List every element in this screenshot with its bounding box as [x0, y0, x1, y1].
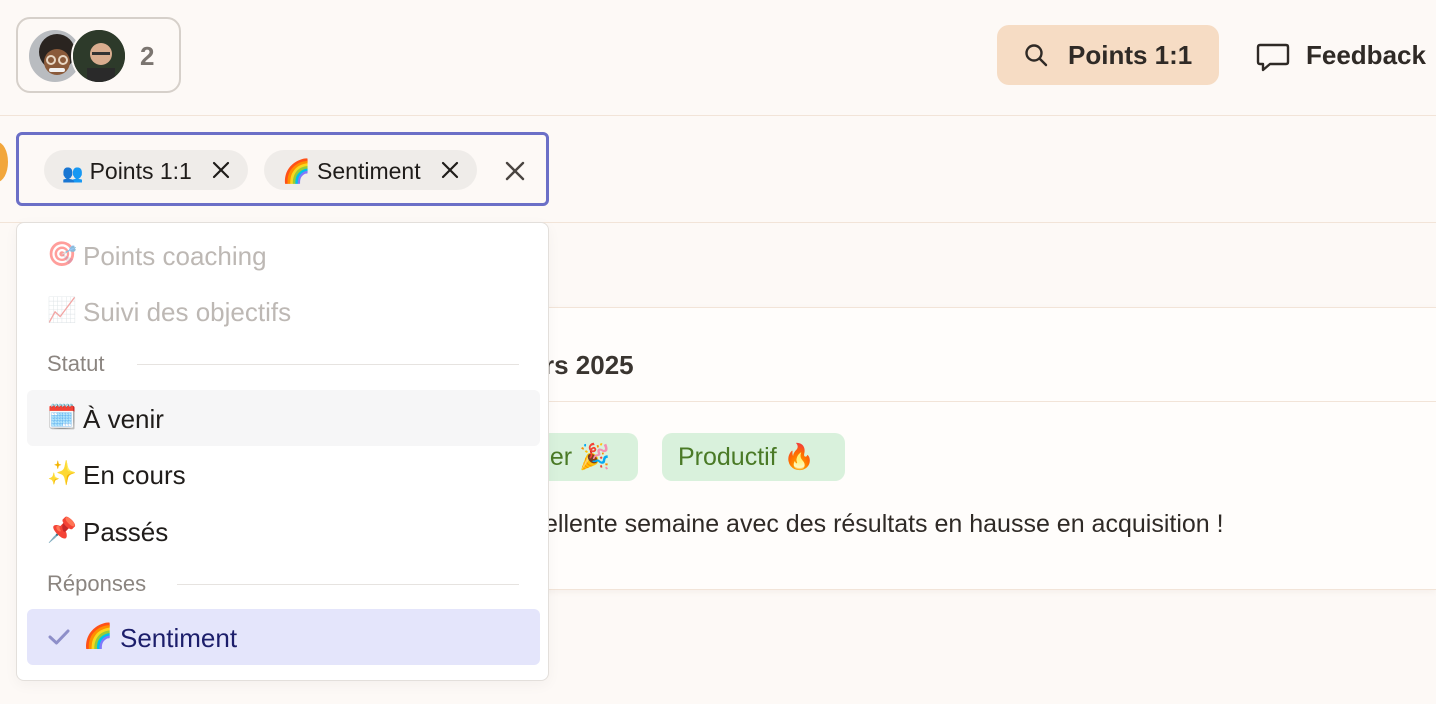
filter-tag-sentiment: 🌈 Sentiment [264, 150, 477, 190]
meeting-card[interactable]: rs 2025 per 🎉 Productif 🔥 ellente semain… [500, 307, 1436, 590]
participants-count: 2 [140, 41, 155, 71]
search-button[interactable]: Points 1:1 [997, 25, 1219, 85]
option-suivi-objectifs: 📈 Suivi des objectifs [47, 297, 292, 327]
chat-bubble-icon [1256, 43, 1290, 72]
option-sentiment[interactable]: 🌈 Sentiment [27, 609, 540, 665]
remove-tag-icon[interactable] [210, 159, 232, 181]
divider [177, 584, 519, 585]
divider [500, 401, 1436, 402]
card-text: ellente semaine avec des résultats en ha… [544, 510, 1224, 538]
filter-tag-points-1-1: 👥 Points 1:1 [44, 150, 248, 190]
search-label: Points 1:1 [1068, 40, 1193, 70]
participants-button[interactable]: 2 [16, 17, 181, 93]
option-en-cours[interactable]: ✨ En cours [27, 446, 540, 502]
filter-input[interactable]: 👥 Points 1:1 🌈 Sentiment [16, 132, 549, 206]
section-reponses: Réponses [47, 571, 147, 596]
section-statut: Statut [47, 351, 105, 376]
avatar [71, 28, 127, 84]
checkmark-icon [48, 629, 70, 645]
feedback-label: Feedback [1306, 40, 1426, 70]
option-passes[interactable]: 📌 Passés [27, 503, 540, 559]
remove-tag-icon[interactable] [439, 159, 461, 181]
divider [137, 364, 519, 365]
feedback-button[interactable]: Feedback [1256, 25, 1436, 85]
search-icon [1025, 44, 1048, 67]
clear-filters-icon[interactable] [503, 159, 527, 183]
filter-tag-label: 👥 Points 1:1 [62, 158, 192, 184]
option-points-coaching: 🎯 Points coaching [47, 241, 267, 271]
option-a-venir[interactable]: 🗓️ À venir [27, 390, 540, 446]
filter-dropdown: 🎯 Points coaching 📈 Suivi des objectifs … [16, 222, 549, 681]
card-title: rs 2025 [544, 350, 634, 380]
sentiment-badge: Productif 🔥 [662, 433, 845, 481]
top-bar: 2 Points 1:1 Feedback [0, 0, 1436, 116]
filter-tag-label: 🌈 Sentiment [282, 158, 421, 184]
